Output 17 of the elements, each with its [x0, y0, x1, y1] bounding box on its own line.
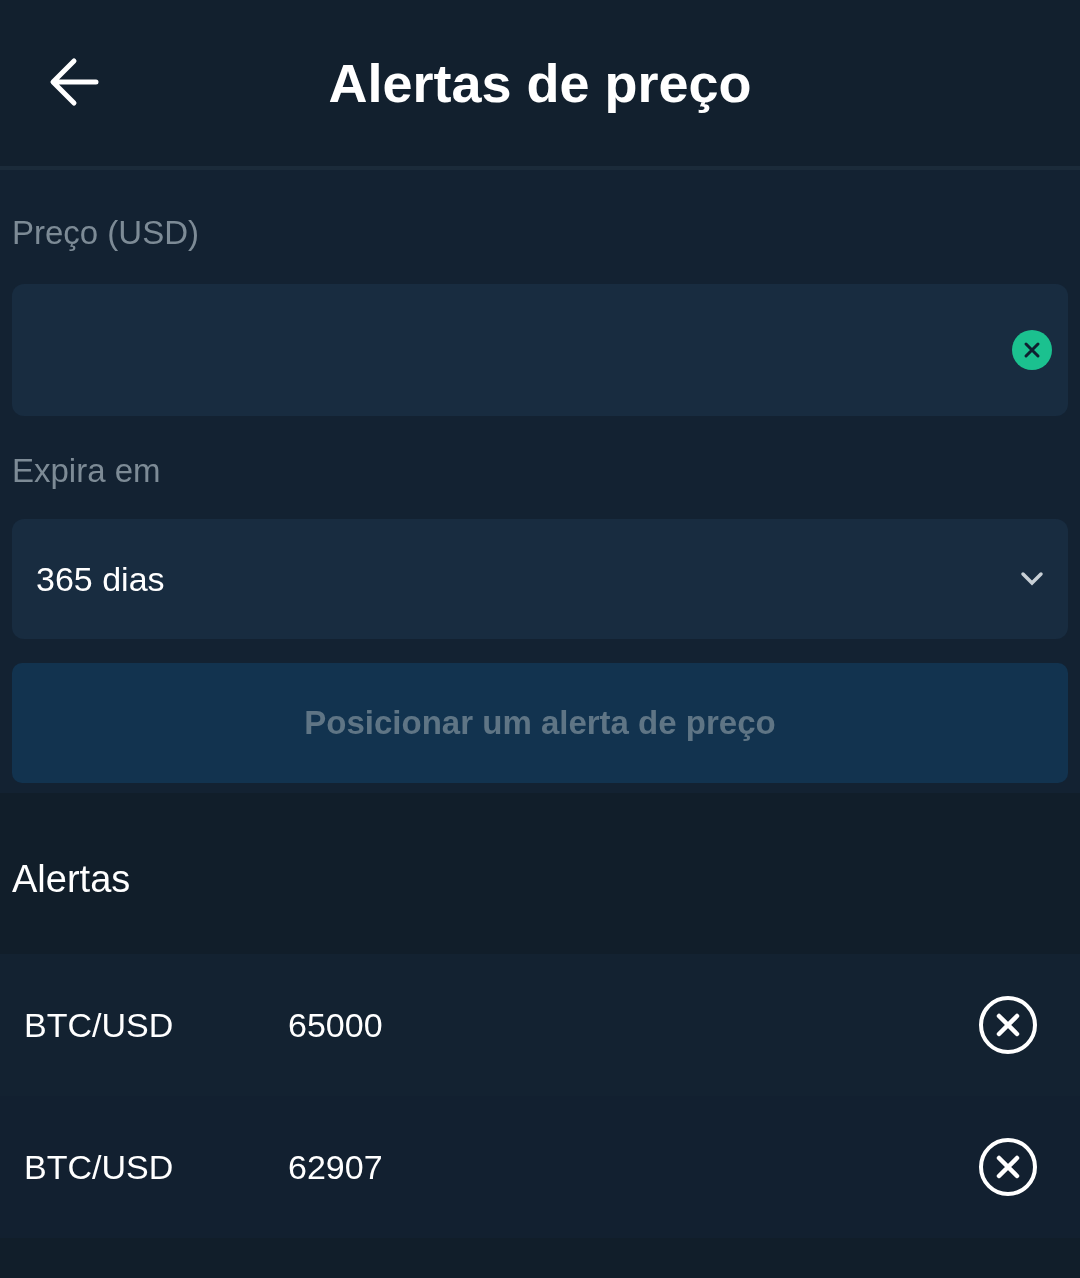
- pair-label: BTC/USD: [24, 1004, 175, 1046]
- back-arrow-icon: [48, 56, 100, 108]
- price-input-field[interactable]: [12, 283, 1068, 416]
- page-title: Alertas de preço: [328, 51, 752, 115]
- price-value: 65000: [288, 1004, 384, 1046]
- field-label: Preço (USD): [12, 213, 201, 253]
- close-icon[interactable]: [978, 1137, 1038, 1197]
- expiry-select[interactable]: 365 dias: [12, 519, 1068, 639]
- close-icon[interactable]: [978, 995, 1038, 1055]
- clear-icon[interactable]: [1012, 329, 1052, 370]
- back-button[interactable]: [48, 56, 100, 108]
- select-value: 365 dias: [36, 558, 165, 600]
- pair-label: BTC/USD: [24, 1146, 175, 1188]
- field-label: Expira em: [12, 450, 162, 491]
- chevron-down-icon: [1020, 571, 1044, 587]
- section-title: Alertas: [12, 858, 131, 900]
- price-value: 62907: [288, 1146, 384, 1188]
